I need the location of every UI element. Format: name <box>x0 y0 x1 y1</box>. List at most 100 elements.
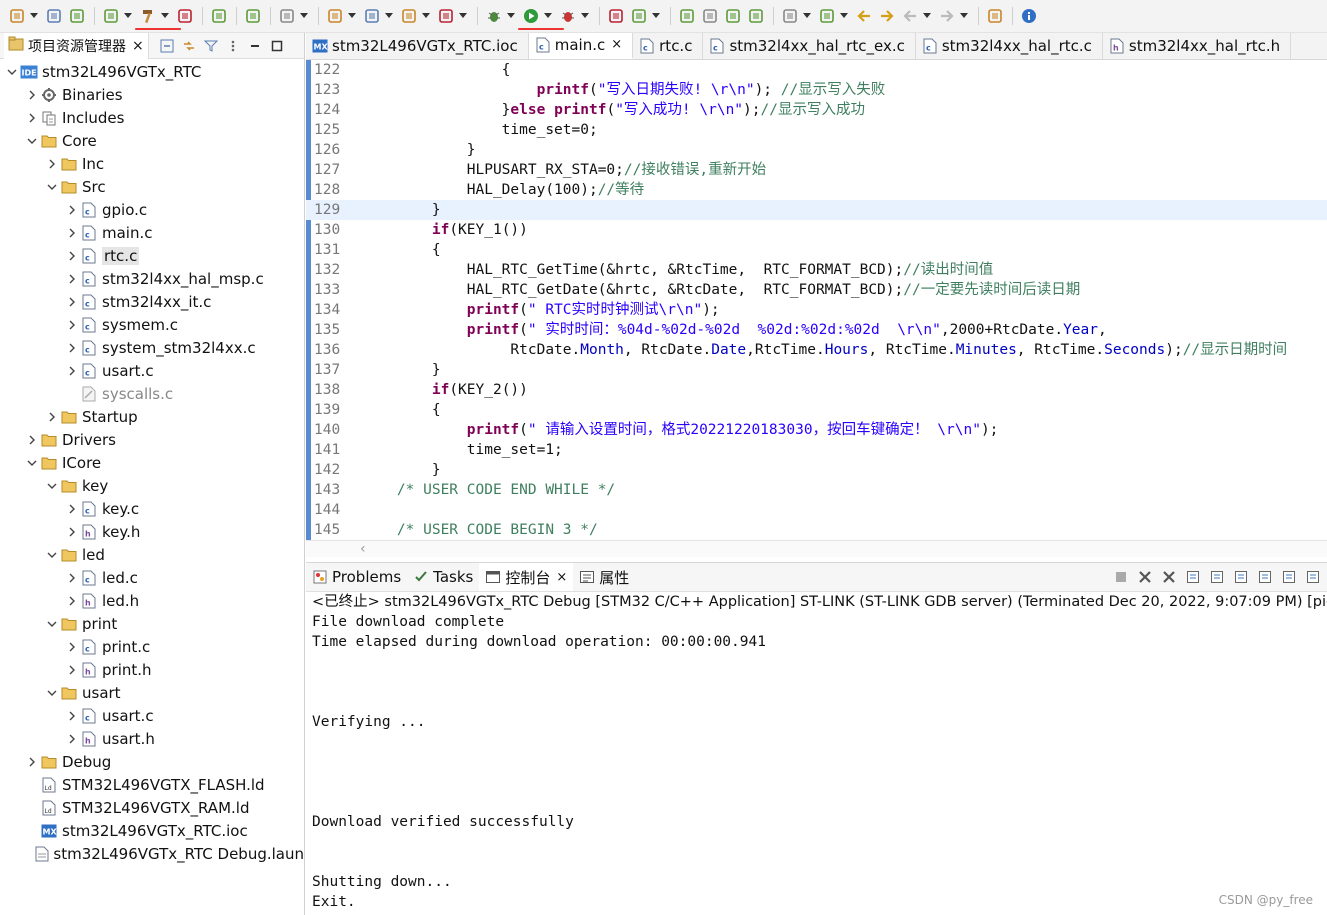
chevron-down-icon[interactable] <box>44 685 60 701</box>
tree-node[interactable]: c stm32l4xx_hal_msp.c <box>0 267 304 290</box>
editor-tab[interactable]: c main.c × <box>528 33 634 59</box>
chevron-right-icon[interactable] <box>64 340 80 356</box>
tree-node[interactable]: ICore <box>0 451 304 474</box>
console-view-tab[interactable]: Tasks <box>407 563 479 591</box>
back-edit-icon[interactable] <box>853 5 875 27</box>
wand-icon[interactable] <box>628 5 650 27</box>
dropdown-arrow-icon[interactable] <box>384 5 394 27</box>
code-line[interactable]: 123 printf("写入日期失败! \r\n"); //显示写入失败 <box>306 80 1327 100</box>
chevron-down-icon[interactable] <box>24 455 40 471</box>
scroll-lock-icon[interactable] <box>1209 569 1225 585</box>
tree-node[interactable]: c key.c <box>0 497 304 520</box>
dropdown-arrow-icon[interactable] <box>29 5 39 27</box>
tree-node[interactable]: h led.h <box>0 589 304 612</box>
close-icon[interactable]: × <box>611 37 622 52</box>
nav-up-icon[interactable] <box>816 5 838 27</box>
dropdown-arrow-icon[interactable] <box>543 5 553 27</box>
chevron-right-icon[interactable] <box>64 225 80 241</box>
dropdown-arrow-icon[interactable] <box>160 5 170 27</box>
chevron-right-icon[interactable] <box>64 731 80 747</box>
tree-node[interactable]: Src <box>0 175 304 198</box>
code-line[interactable]: 145 /* USER CODE BEGIN 3 */ <box>306 520 1327 540</box>
remove-all-icon[interactable] <box>1161 569 1177 585</box>
tree-node[interactable]: Drivers <box>0 428 304 451</box>
build-hammer-icon[interactable] <box>135 5 181 30</box>
debug-toggle-icon[interactable] <box>208 5 230 27</box>
tree-node[interactable]: led <box>0 543 304 566</box>
collapse-all-icon[interactable] <box>159 38 175 54</box>
chevron-right-icon[interactable] <box>64 524 80 540</box>
run-icon[interactable] <box>518 5 564 30</box>
tree-node[interactable]: c stm32l4xx_it.c <box>0 290 304 313</box>
tree-node[interactable]: c usart.c <box>0 359 304 382</box>
code-line[interactable]: 144 <box>306 500 1327 520</box>
save-icon[interactable] <box>43 5 65 27</box>
dropdown-arrow-icon[interactable] <box>506 5 516 27</box>
dropdown-arrow-icon[interactable] <box>580 5 590 27</box>
tree-node[interactable]: Core <box>0 129 304 152</box>
tree-node[interactable]: Startup <box>0 405 304 428</box>
dropdown-arrow-icon[interactable] <box>299 5 309 27</box>
nav-down-icon[interactable] <box>779 5 801 27</box>
clear-console-icon[interactable] <box>1185 569 1201 585</box>
tree-node[interactable]: Ld STM32L496VGTX_RAM.ld <box>0 796 304 819</box>
code-line[interactable]: 129 } <box>306 200 1327 220</box>
tree-node[interactable]: h usart.h <box>0 727 304 750</box>
tree-node[interactable]: print <box>0 612 304 635</box>
chevron-down-icon[interactable] <box>44 179 60 195</box>
chevron-right-icon[interactable] <box>44 409 60 425</box>
chevron-right-icon[interactable] <box>64 662 80 678</box>
tree-node[interactable]: Binaries <box>0 83 304 106</box>
chevron-right-icon[interactable] <box>44 156 60 172</box>
chevron-right-icon[interactable] <box>64 363 80 379</box>
open-perspective-icon[interactable] <box>984 5 1006 27</box>
dropdown-arrow-icon[interactable] <box>651 5 661 27</box>
code-line[interactable]: 130 if(KEY_1()) <box>306 220 1327 240</box>
tree-node[interactable]: c print.c <box>0 635 304 658</box>
tree-node[interactable]: MX stm32L496VGTx_RTC.ioc <box>0 819 304 842</box>
editor-tab[interactable]: h stm32l4xx_hal_rtc.h <box>1103 33 1292 59</box>
dropdown-arrow-icon[interactable] <box>922 5 932 27</box>
code-area[interactable]: 122 {123 printf("写入日期失败! \r\n"); //显示写入失… <box>306 60 1327 540</box>
new-project-icon[interactable] <box>324 5 346 27</box>
code-line[interactable]: 137 } <box>306 360 1327 380</box>
settings-icon[interactable] <box>100 5 122 27</box>
chevron-right-icon[interactable] <box>64 294 80 310</box>
tree-node[interactable]: usart <box>0 681 304 704</box>
code-line[interactable]: 126 } <box>306 140 1327 160</box>
chevron-right-icon[interactable] <box>24 87 40 103</box>
new-source-icon[interactable] <box>398 5 420 27</box>
new-file-icon[interactable] <box>6 5 28 27</box>
bug-icon[interactable] <box>483 5 505 27</box>
code-line[interactable]: 135 printf(" 实时时间：%04d-%02d-%02d %02d:%0… <box>306 320 1327 340</box>
tree-node[interactable]: IDE stm32L496VGTx_RTC <box>0 60 304 83</box>
editor-tab[interactable]: MX stm32L496VGTx_RTC.ioc <box>306 33 529 59</box>
forward-edit-icon[interactable] <box>876 5 898 27</box>
chevron-right-icon[interactable] <box>64 271 80 287</box>
tree-node[interactable]: c main.c <box>0 221 304 244</box>
word-wrap-icon[interactable] <box>1233 569 1249 585</box>
tree-node[interactable]: c system_stm32l4xx.c <box>0 336 304 359</box>
forward-icon[interactable] <box>936 5 958 27</box>
run-external-icon[interactable] <box>276 5 298 27</box>
tree-node[interactable]: c rtc.c <box>0 244 304 267</box>
build-target-icon[interactable] <box>174 5 196 27</box>
remove-launch-icon[interactable] <box>1137 569 1153 585</box>
chevron-right-icon[interactable] <box>24 432 40 448</box>
code-line[interactable]: 127 HLPUSART_RX_STA=0;//接收错误,重新开始 <box>306 160 1327 180</box>
chevron-right-icon[interactable] <box>64 248 80 264</box>
code-line[interactable]: 136 RtcDate.Month, RtcDate.Date,RtcTime.… <box>306 340 1327 360</box>
dropdown-arrow-icon[interactable] <box>347 5 357 27</box>
code-line[interactable]: 133 HAL_RTC_GetDate(&hrtc, &RtcDate, RTC… <box>306 280 1327 300</box>
chevron-right-icon[interactable] <box>64 593 80 609</box>
close-icon[interactable]: × <box>132 38 144 54</box>
code-line[interactable]: 143 /* USER CODE END WHILE */ <box>306 480 1327 500</box>
filter-icon[interactable] <box>203 38 219 54</box>
tree-node[interactable]: h key.h <box>0 520 304 543</box>
code-line[interactable]: 139 { <box>306 400 1327 420</box>
pin-console-icon[interactable] <box>1257 569 1273 585</box>
chevron-right-icon[interactable] <box>64 570 80 586</box>
code-line[interactable]: 125 time_set=0; <box>306 120 1327 140</box>
dropdown-arrow-icon[interactable] <box>802 5 812 27</box>
format-icon[interactable] <box>699 5 721 27</box>
